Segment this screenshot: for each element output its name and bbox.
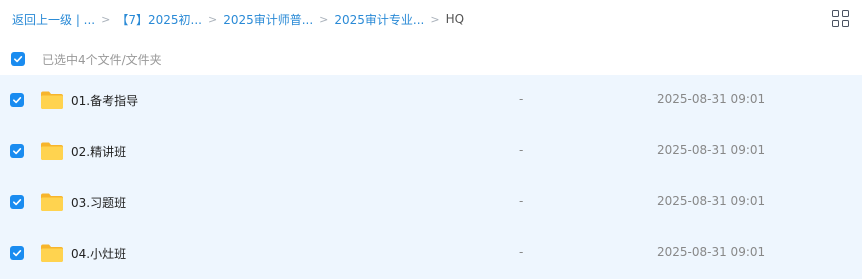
breadcrumb-current: HQ	[445, 12, 465, 26]
file-list: 01.备考指导 - 2025-08-31 09:01 02.精讲班 - 2025-08-3…	[0, 75, 862, 279]
breadcrumb-item-3[interactable]: 2025审计专业...	[334, 11, 424, 28]
folder-icon	[40, 90, 64, 110]
file-name[interactable]: 03.习题班	[71, 194, 126, 211]
breadcrumb-separator: >	[430, 12, 440, 26]
file-name[interactable]: 02.精讲班	[71, 143, 126, 160]
row-checkbox[interactable]	[10, 93, 24, 107]
file-row[interactable]: 01.备考指导 - 2025-08-31 09:01	[0, 75, 862, 126]
file-size: -	[519, 143, 524, 157]
folder-icon	[40, 192, 64, 212]
row-checkbox[interactable]	[10, 144, 24, 158]
file-modified-time: 2025-08-31 09:01	[657, 245, 766, 259]
checkmark-icon	[14, 56, 23, 63]
file-name[interactable]: 01.备考指导	[71, 92, 138, 109]
checkmark-icon	[13, 148, 22, 155]
grid-cell	[842, 20, 849, 27]
grid-cell	[832, 20, 839, 27]
breadcrumb-item-1[interactable]: 【7】2025初...	[116, 11, 202, 28]
row-checkbox[interactable]	[10, 195, 24, 209]
checkmark-icon	[13, 97, 22, 104]
grid-cell	[842, 10, 849, 17]
selection-summary: 已选中4个文件/文件夹	[42, 52, 162, 67]
grid-cell	[832, 10, 839, 17]
checkmark-icon	[13, 250, 22, 257]
breadcrumb: 返回上一级 | ... > 【7】2025初... > 2025审计师普... …	[12, 8, 464, 30]
folder-icon	[40, 141, 64, 161]
folder-icon	[40, 243, 64, 263]
file-modified-time: 2025-08-31 09:01	[657, 143, 766, 157]
file-row[interactable]: 03.习题班 - 2025-08-31 09:01	[0, 177, 862, 228]
grid-view-icon[interactable]	[832, 10, 850, 28]
selection-bar: 已选中4个文件/文件夹	[0, 44, 862, 74]
breadcrumb-separator: >	[319, 12, 329, 26]
file-size: -	[519, 194, 524, 208]
select-all-checkbox[interactable]	[11, 52, 25, 66]
file-row[interactable]: 02.精讲班 - 2025-08-31 09:01	[0, 126, 862, 177]
file-name[interactable]: 04.小灶班	[71, 245, 126, 262]
row-checkbox[interactable]	[10, 246, 24, 260]
file-modified-time: 2025-08-31 09:01	[657, 92, 766, 106]
file-size: -	[519, 92, 524, 106]
breadcrumb-separator: >	[207, 12, 218, 26]
file-size: -	[519, 245, 524, 259]
file-row[interactable]: 04.小灶班 - 2025-08-31 09:01	[0, 228, 862, 279]
file-modified-time: 2025-08-31 09:01	[657, 194, 766, 208]
checkmark-icon	[13, 199, 22, 206]
breadcrumb-item-2[interactable]: 2025审计师普...	[223, 11, 313, 28]
back-link[interactable]: 返回上一级 | ...	[12, 11, 95, 28]
breadcrumb-separator: >	[101, 12, 111, 26]
